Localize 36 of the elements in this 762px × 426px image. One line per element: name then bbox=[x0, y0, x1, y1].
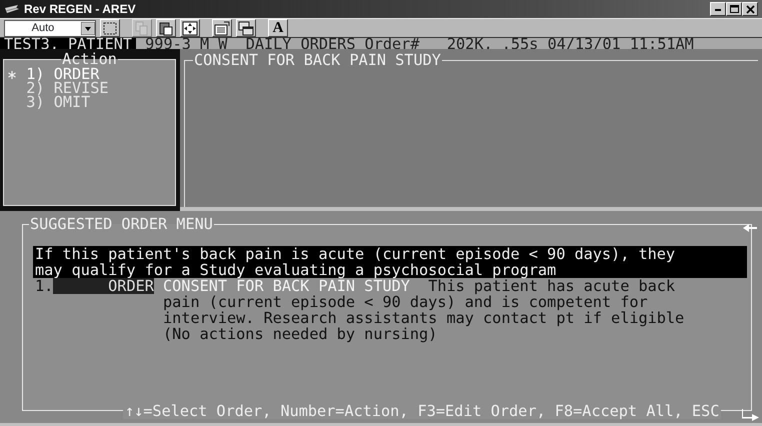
alert-message: If this patient's back pain is acute (current episode < 90 days), they may qualify for a Study evaluating a psychosocial program bbox=[33, 246, 747, 278]
arrow-right-icon bbox=[742, 409, 760, 421]
panel-title: CONSENT FOR BACK PAIN STUDY bbox=[193, 53, 442, 68]
maximize-button[interactable] bbox=[726, 2, 742, 16]
window-button[interactable] bbox=[236, 19, 256, 37]
mode-dropdown[interactable]: Auto bbox=[4, 20, 96, 36]
properties-icon bbox=[213, 20, 231, 36]
header-field: .55s bbox=[502, 38, 538, 49]
panel-title: SUGGESTED ORDER MENU bbox=[29, 217, 214, 232]
minimize-icon bbox=[715, 9, 721, 11]
move-icon bbox=[181, 20, 199, 36]
maximize-icon bbox=[728, 4, 740, 14]
paste-icon bbox=[157, 20, 175, 36]
minimize-button[interactable] bbox=[710, 2, 726, 16]
order-text: CONSENT FOR BACK PAIN STUDY This patient has acute back pain (current episode < 90 days) and is competent for interview. Research assistants may contact pt if eligible (No actions needed by nursing) bbox=[163, 278, 686, 342]
header-field: 04/13/01 11:51AM bbox=[547, 38, 694, 49]
paste-button[interactable] bbox=[156, 19, 176, 37]
font-button[interactable]: A bbox=[268, 19, 288, 37]
caret-icon bbox=[81, 22, 95, 34]
select-button[interactable] bbox=[100, 19, 120, 37]
order-number: 1. bbox=[35, 278, 54, 294]
header-field: DAILY ORDERS Order# bbox=[246, 38, 420, 49]
header-field: 999-3 M W bbox=[145, 38, 228, 49]
header-field: 202K, bbox=[446, 38, 493, 49]
arrow-left-icon bbox=[742, 223, 758, 233]
select-icon bbox=[101, 20, 119, 36]
window-title: Rev REGEN - AREV bbox=[24, 2, 136, 16]
patient-name: TEST3, PATIENT bbox=[0, 38, 136, 49]
move-button[interactable] bbox=[180, 19, 200, 37]
window-icon bbox=[237, 20, 255, 36]
order-action[interactable]: ORDER bbox=[53, 278, 154, 294]
properties-button[interactable] bbox=[212, 19, 232, 37]
logo-icon bbox=[4, 3, 20, 15]
key-hint: ↑↓=Select Order, Number=Action, F3=Edit Order, F8=Accept All, ESC bbox=[123, 403, 722, 419]
close-button[interactable] bbox=[742, 2, 758, 16]
close-icon bbox=[744, 4, 756, 14]
